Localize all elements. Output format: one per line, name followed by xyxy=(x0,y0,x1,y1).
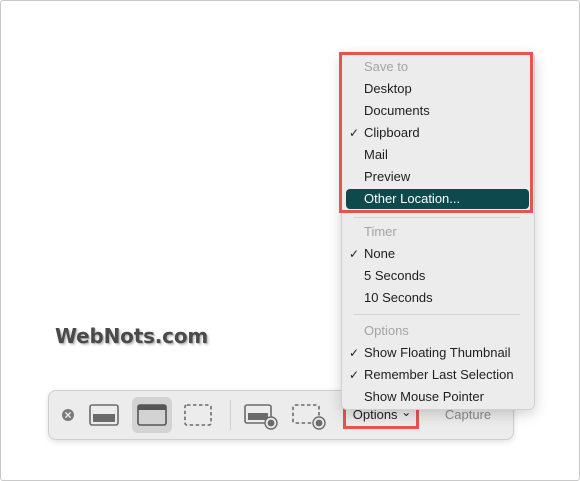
menu-header-options: Options xyxy=(364,323,409,338)
checkmark-icon: ✓ xyxy=(349,368,360,382)
menu-header-timer: Timer xyxy=(364,224,397,239)
menu-item-show-floating-thumbnail[interactable]: ✓ Show Floating Thumbnail xyxy=(346,343,529,363)
menu-item-remember-last-selection[interactable]: ✓ Remember Last Selection xyxy=(346,365,529,385)
save-to-highlight-box xyxy=(339,52,533,213)
capture-selection-button[interactable] xyxy=(179,397,217,433)
capture-entire-screen-button[interactable] xyxy=(85,397,123,433)
menu-item-none[interactable]: ✓ None xyxy=(346,244,529,264)
menu-divider xyxy=(354,314,520,315)
menu-item-show-mouse-pointer[interactable]: Show Mouse Pointer xyxy=(346,387,529,407)
checkmark-icon: ✓ xyxy=(349,247,360,261)
capture-window-button[interactable] xyxy=(132,397,172,433)
menu-divider xyxy=(354,217,520,218)
record-screen-icon xyxy=(244,404,278,430)
capture-selection-icon xyxy=(184,404,212,426)
menu-item-5-seconds[interactable]: 5 Seconds xyxy=(346,266,529,286)
close-icon[interactable] xyxy=(62,409,74,421)
watermark-logo: WebNots.com xyxy=(55,324,209,348)
toolbar-divider xyxy=(230,400,231,430)
checkmark-icon: ✓ xyxy=(349,346,360,360)
record-screen-button[interactable] xyxy=(241,397,279,433)
record-selection-icon xyxy=(292,404,326,430)
capture-window-icon xyxy=(137,404,167,426)
record-selection-button[interactable] xyxy=(289,397,327,433)
menu-item-10-seconds[interactable]: 10 Seconds xyxy=(346,288,529,308)
capture-entire-screen-icon xyxy=(89,404,119,426)
